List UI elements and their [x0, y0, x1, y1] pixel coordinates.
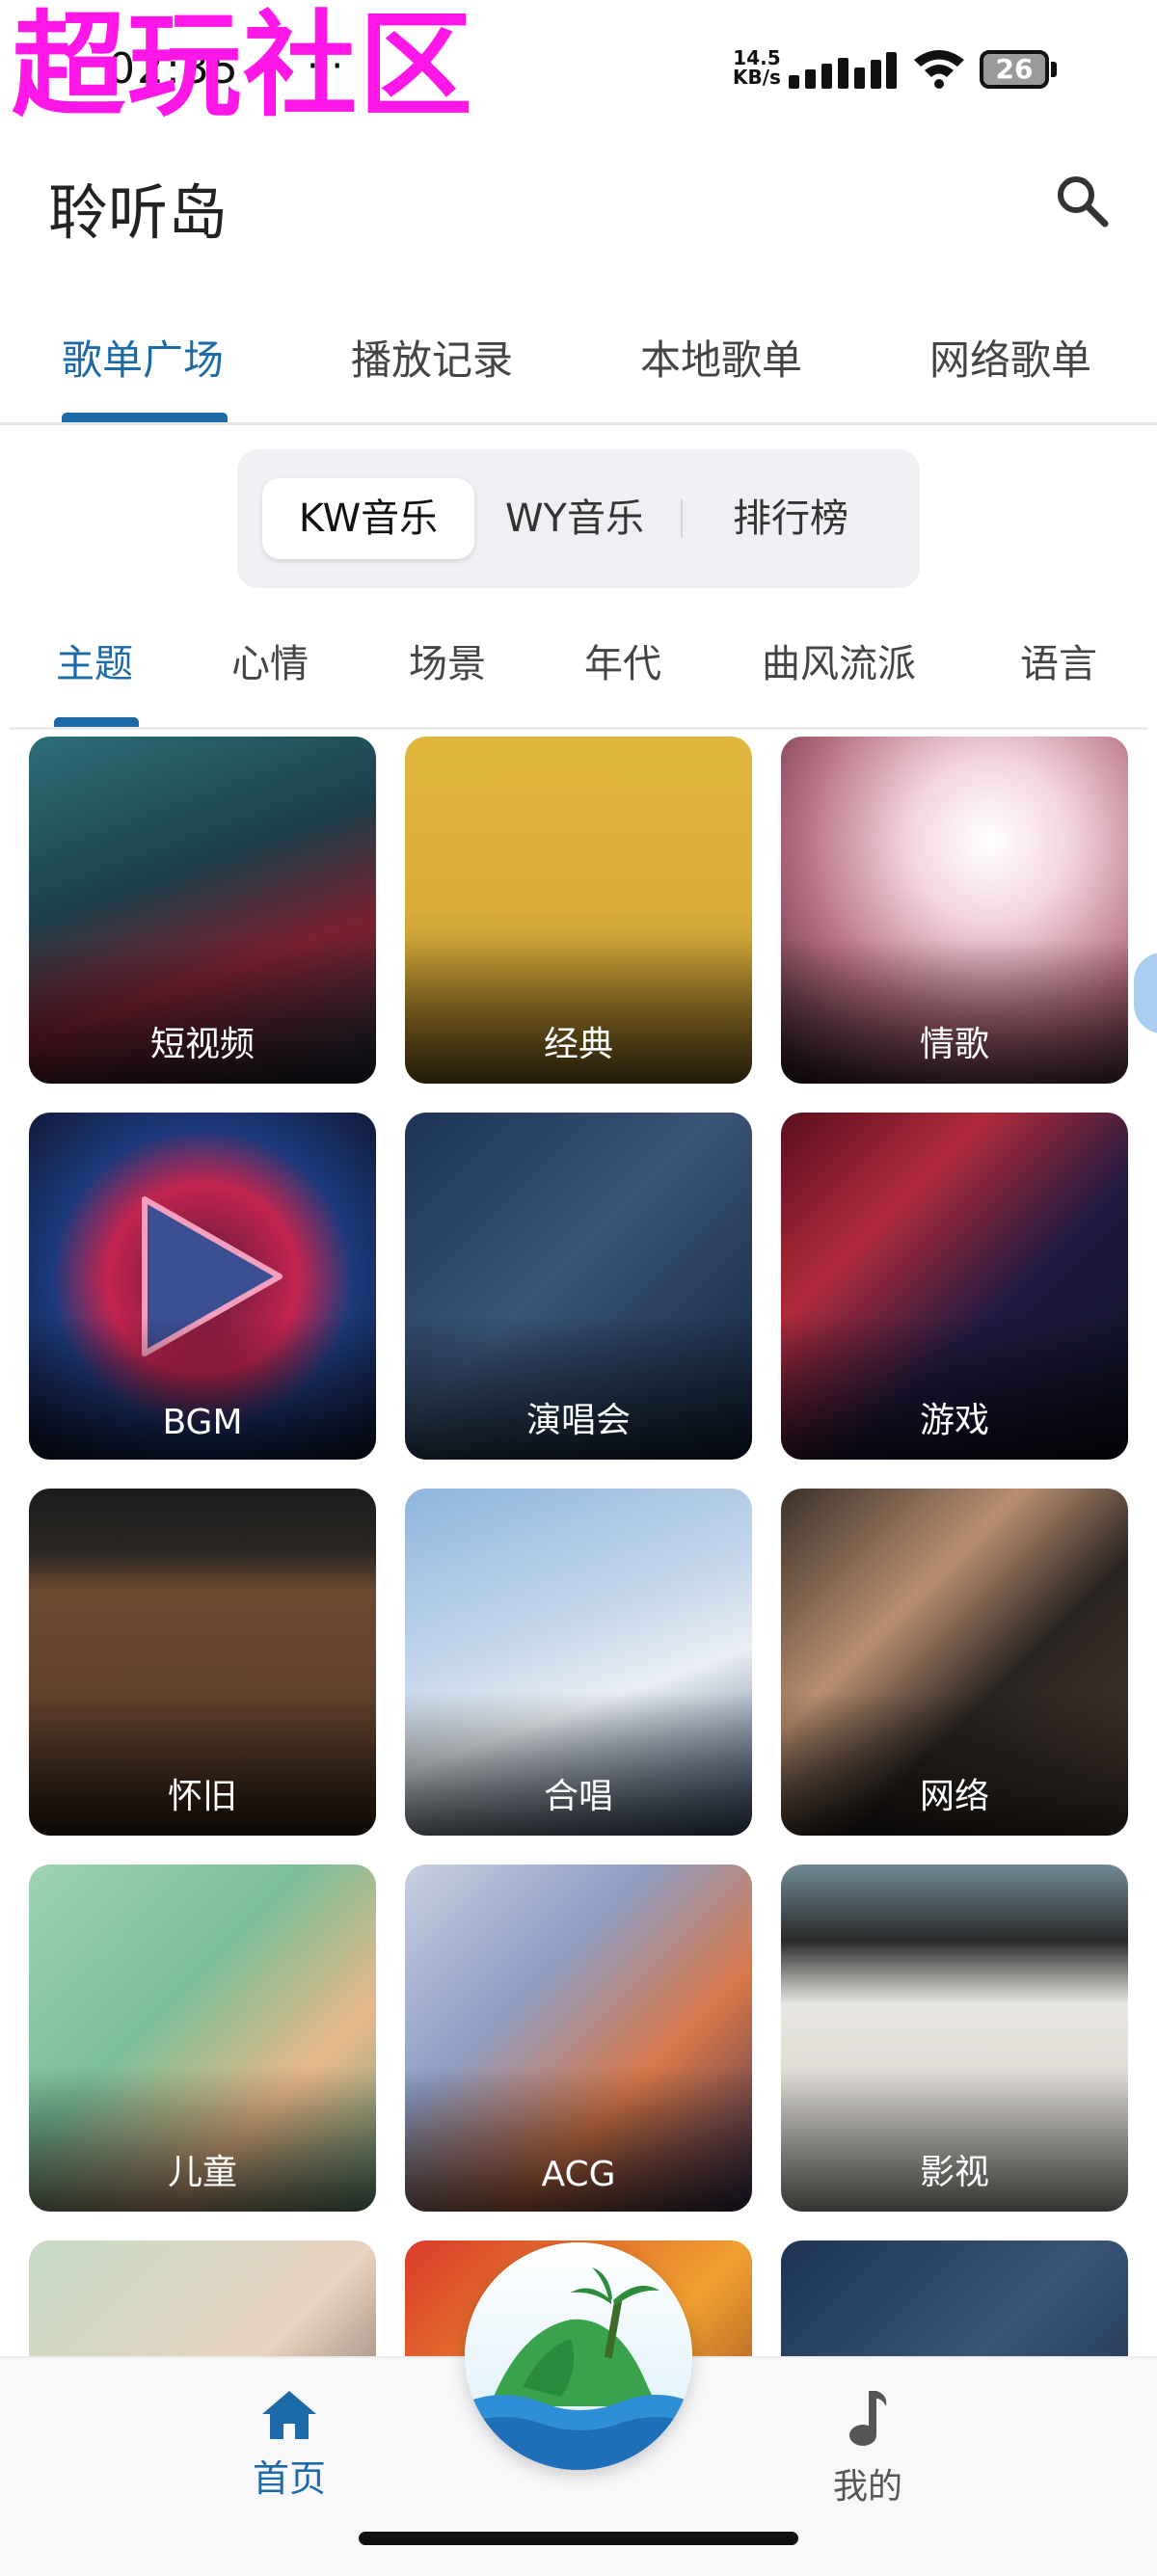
- category-mood[interactable]: 心情: [231, 632, 309, 688]
- category-tab-bar: 主题 心情 场景 年代 曲风流派 语言: [10, 617, 1147, 730]
- top-tab-indicator: [62, 413, 228, 422]
- wifi-icon: [914, 50, 964, 89]
- playlist-card[interactable]: 情歌: [781, 737, 1128, 1084]
- source-divider: [681, 499, 683, 538]
- nav-mine-label: 我的: [832, 2467, 902, 2507]
- playlist-card-label: ACG: [541, 2155, 616, 2194]
- category-theme[interactable]: 主题: [56, 632, 133, 688]
- tab-local-playlist[interactable]: 本地歌单: [640, 328, 802, 387]
- playlist-card-label: 影视: [919, 2153, 989, 2192]
- playlist-card[interactable]: BGM: [29, 1113, 376, 1460]
- playlist-card[interactable]: 网络: [781, 1489, 1128, 1836]
- source-kw-button[interactable]: KW音乐: [262, 478, 474, 559]
- source-switcher: KW音乐 WY音乐 排行榜: [237, 449, 920, 588]
- home-icon: [262, 2391, 316, 2439]
- nav-home[interactable]: 首页: [231, 2387, 347, 2503]
- playlist-card[interactable]: [29, 2241, 376, 2356]
- playlist-card-label: 经典: [543, 1025, 613, 1064]
- tab-playlist-square[interactable]: 歌单广场: [62, 328, 224, 387]
- playlist-card[interactable]: ACG: [405, 1865, 752, 2212]
- top-tab-bar: 歌单广场 播放记录 本地歌单 网络歌单: [0, 309, 1157, 425]
- playlist-card[interactable]: 儿童: [29, 1865, 376, 2212]
- category-era[interactable]: 年代: [584, 632, 661, 688]
- signal-icon: [789, 48, 897, 89]
- playlist-card[interactable]: 合唱: [405, 1489, 752, 1836]
- category-language[interactable]: 语言: [1020, 632, 1097, 688]
- battery-icon: 26: [980, 50, 1049, 89]
- category-genre[interactable]: 曲风流派: [762, 632, 916, 688]
- playlist-card-label: BGM: [162, 1403, 243, 1442]
- app-title: 聆听岛: [48, 177, 229, 248]
- home-indicator-bar: [359, 2532, 798, 2545]
- playlist-card[interactable]: 怀旧: [29, 1489, 376, 1836]
- network-speed: 14.5 KB/s: [733, 48, 781, 87]
- island-logo-icon: [465, 2242, 692, 2470]
- playlist-card[interactable]: [781, 2241, 1128, 2356]
- network-speed-unit: KB/s: [733, 66, 781, 89]
- category-tab-indicator: [54, 717, 139, 727]
- playlist-card-label: 游戏: [919, 1401, 989, 1440]
- playlist-card[interactable]: 经典: [405, 737, 752, 1084]
- playlist-card[interactable]: 游戏: [781, 1113, 1128, 1460]
- nav-home-label: 首页: [252, 2457, 326, 2500]
- tab-play-history[interactable]: 播放记录: [351, 328, 513, 387]
- playlist-card-label: 网络: [919, 1777, 989, 1816]
- playlist-card-label: 儿童: [167, 2153, 237, 2192]
- playlist-card-label: 短视频: [149, 1025, 255, 1064]
- playlist-grid: 短视频 经典 情歌 BGM 演唱会 游戏 怀旧 合唱 网络 儿童 ACG 影视: [0, 737, 1157, 2356]
- battery-tip: [1051, 62, 1057, 77]
- playlist-card[interactable]: 演唱会: [405, 1113, 752, 1460]
- source-ranking-button[interactable]: 排行榜: [694, 478, 887, 559]
- playlist-card-label: 合唱: [543, 1777, 613, 1816]
- tab-online-playlist[interactable]: 网络歌单: [929, 328, 1091, 387]
- source-wy-button[interactable]: WY音乐: [478, 478, 671, 559]
- island-logo-button[interactable]: [465, 2242, 692, 2470]
- playlist-card[interactable]: 影视: [781, 1865, 1128, 2212]
- playlist-card-label: 怀旧: [167, 1777, 237, 1816]
- status-bar: 02:35 ··· 超玩社区 14.5 KB/s 26: [0, 0, 1157, 135]
- category-scene[interactable]: 场景: [409, 632, 486, 688]
- watermark-logo: 超玩社区: [12, 0, 475, 132]
- network-speed-value: 14.5: [733, 46, 781, 69]
- playlist-card[interactable]: 短视频: [29, 737, 376, 1084]
- playlist-card-label: 情歌: [919, 1025, 989, 1064]
- playlist-card-label: 演唱会: [525, 1401, 631, 1440]
- search-icon[interactable]: [1051, 170, 1113, 231]
- nav-mine[interactable]: 我的: [810, 2387, 926, 2512]
- music-note-icon: [849, 2391, 887, 2446]
